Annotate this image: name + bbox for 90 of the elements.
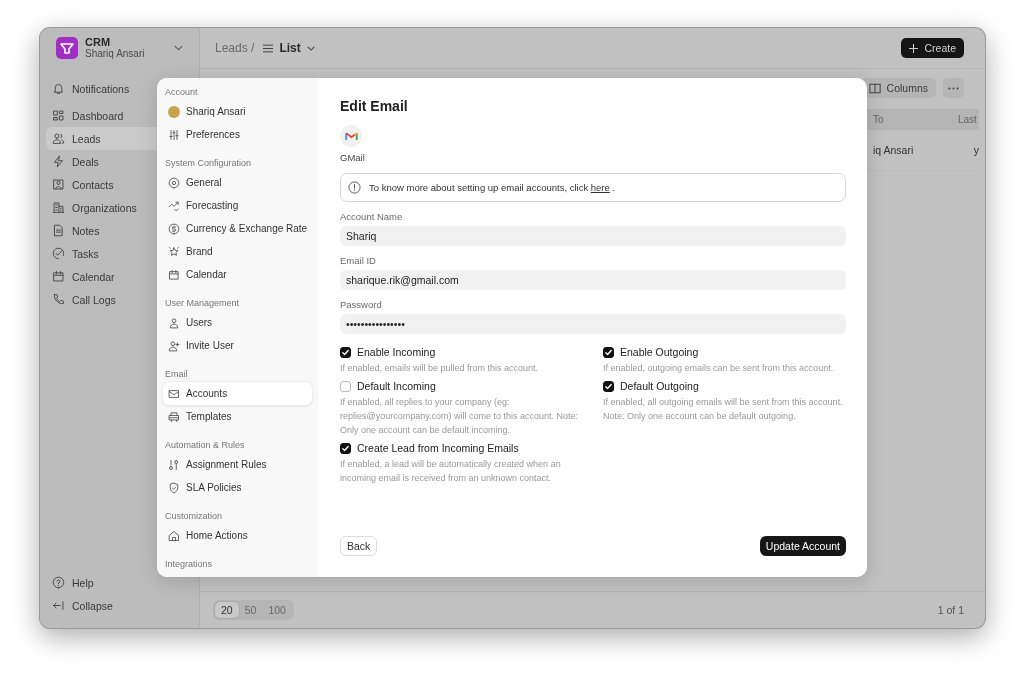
settings-group-title: Automation & Rules bbox=[164, 439, 246, 452]
option-label: Default Incoming bbox=[357, 380, 436, 392]
chevron-down-icon[interactable] bbox=[174, 45, 183, 51]
input-field[interactable]: sharique.rik@gmail.com bbox=[340, 270, 846, 290]
checkbox[interactable] bbox=[340, 346, 351, 358]
settings-nav-item[interactable]: General bbox=[163, 171, 312, 194]
input-field[interactable]: •••••••••••••••• bbox=[340, 314, 846, 334]
back-button[interactable]: Back bbox=[340, 536, 378, 556]
settings-nav-item[interactable]: SLA Policies bbox=[163, 476, 312, 499]
create-button[interactable]: Create bbox=[901, 38, 964, 58]
home-icon bbox=[168, 529, 180, 542]
settings-group-title: Integrations bbox=[164, 558, 214, 571]
option-description: If enabled, a lead will be automatically created when an incoming email is received from an unknown contact. bbox=[340, 458, 562, 485]
contact-card-icon bbox=[52, 178, 65, 191]
field-label: Password bbox=[340, 299, 383, 310]
grid-icon bbox=[52, 109, 65, 122]
app-name: CRM bbox=[85, 36, 112, 48]
plus-icon bbox=[909, 43, 919, 53]
settings-nav-item[interactable]: Users bbox=[163, 311, 312, 334]
settings-nav-item[interactable]: Accounts bbox=[163, 382, 312, 405]
settings-nav-item[interactable]: Home Actions bbox=[163, 524, 312, 547]
option-label: Enable Incoming bbox=[357, 346, 436, 358]
option-description: If enabled, all replies to your company (eg: replies@yourcompany.com) will come to this account. Note: Only one account can be default incoming. bbox=[340, 396, 580, 437]
checkbox[interactable] bbox=[340, 442, 351, 454]
table-cell: y bbox=[973, 144, 979, 156]
settings-group-title: Email bbox=[164, 368, 189, 381]
columns-icon bbox=[868, 82, 881, 94]
settings-group-title: System Configuration bbox=[164, 157, 253, 170]
settings-nav-item[interactable]: Currency & Exchange Rate bbox=[163, 217, 312, 240]
checkbox[interactable] bbox=[340, 380, 351, 392]
settings-group-title: User Management bbox=[164, 297, 241, 310]
trend-icon bbox=[168, 199, 180, 212]
option-description: If enabled, emails will be pulled from this account. bbox=[340, 362, 540, 375]
user-plus-icon bbox=[168, 339, 180, 352]
settings-nav-item[interactable]: Brand bbox=[163, 240, 312, 263]
field-label: Email ID bbox=[340, 255, 377, 266]
shield-icon bbox=[168, 481, 180, 494]
sparkle-icon bbox=[168, 245, 180, 258]
settings-nav-item[interactable]: Templates bbox=[163, 405, 312, 428]
user-name: Shariq Ansari bbox=[85, 48, 146, 60]
settings-nav-item[interactable]: Invite User bbox=[163, 334, 312, 357]
page-size-option[interactable]: 20 bbox=[215, 602, 239, 618]
dialog-title: Edit Email bbox=[340, 97, 409, 116]
table-cell-text: iq Ansari bbox=[873, 144, 915, 156]
provider-name: GMail bbox=[340, 152, 366, 163]
lightning-icon bbox=[52, 155, 65, 168]
help-link[interactable]: here bbox=[590, 182, 610, 193]
settings-icon bbox=[168, 176, 180, 189]
option-label: Default Outgoing bbox=[620, 380, 699, 392]
phone-icon bbox=[52, 293, 65, 306]
user-icon bbox=[168, 316, 180, 329]
help-icon bbox=[52, 576, 65, 589]
rules-icon bbox=[168, 458, 180, 471]
option-description: If enabled, all outgoing emails will be sent from this account. Note: Only one account can be default outgoing. bbox=[603, 396, 844, 423]
info-text: To know more about setting up email accounts, click here . bbox=[369, 182, 616, 193]
building-icon bbox=[52, 201, 65, 214]
settings-group-title: Customization bbox=[164, 510, 224, 523]
checkbox[interactable] bbox=[603, 346, 614, 358]
list-icon bbox=[263, 43, 274, 53]
settings-nav-item[interactable]: Assignment Rules bbox=[163, 453, 312, 476]
settings-nav-item[interactable]: Calendar bbox=[163, 263, 312, 286]
settings-group-title: Account bbox=[164, 86, 199, 99]
sidebar-footer-item[interactable]: Help bbox=[46, 571, 193, 594]
sidebar-footer-item[interactable]: Collapse bbox=[46, 594, 193, 617]
note-icon bbox=[52, 224, 65, 237]
chevron-down-icon[interactable] bbox=[306, 45, 315, 51]
mail-icon bbox=[168, 387, 180, 400]
logo-icon bbox=[56, 37, 78, 59]
info-icon bbox=[348, 181, 361, 194]
field-label: Account Name bbox=[340, 211, 404, 222]
avatar-icon bbox=[168, 105, 180, 118]
more-icon bbox=[948, 86, 959, 90]
calendar-icon bbox=[168, 268, 180, 281]
view-selector[interactable]: List bbox=[279, 41, 301, 55]
collapse-icon bbox=[52, 599, 65, 612]
option-label: Create Lead from Incoming Emails bbox=[357, 442, 519, 454]
input-field[interactable]: Shariq bbox=[340, 226, 846, 246]
gmail-logo-icon bbox=[340, 125, 362, 147]
option-label: Enable Outgoing bbox=[620, 346, 699, 358]
users-icon bbox=[52, 132, 65, 145]
update-account-button[interactable]: Update Account bbox=[759, 536, 846, 556]
sliders-icon bbox=[168, 128, 180, 141]
calendar-icon bbox=[52, 270, 65, 283]
dollar-icon bbox=[168, 222, 180, 235]
checkbox[interactable] bbox=[603, 380, 614, 392]
bell-icon bbox=[52, 82, 65, 95]
settings-nav-item[interactable]: Forecasting bbox=[163, 194, 312, 217]
page-info: 1 of 1 bbox=[937, 604, 964, 616]
option-description: If enabled, outgoing emails can be sent from this account. bbox=[603, 362, 835, 375]
settings-nav-item[interactable]: Shariq Ansari bbox=[163, 100, 312, 123]
